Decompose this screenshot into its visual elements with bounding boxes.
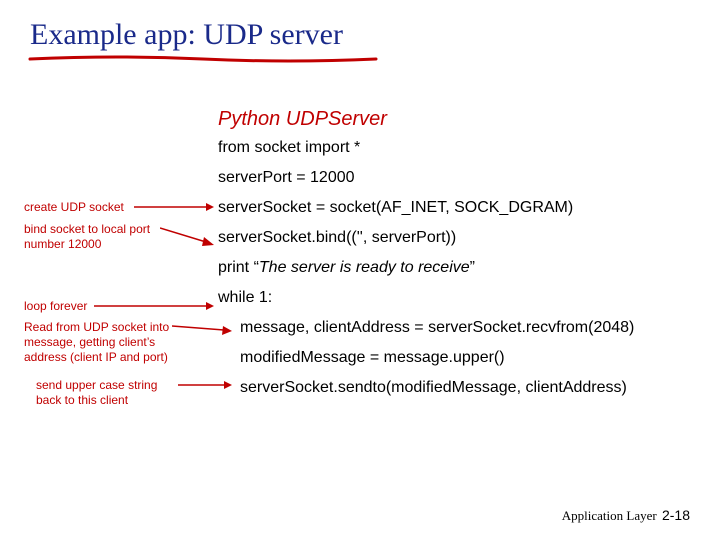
subtitle: Python UDPServer: [218, 108, 387, 131]
code-line-5: print “The server is ready to receive”: [218, 260, 634, 276]
annotation-bind: bind socket to local port number 12000: [24, 222, 174, 252]
annotation-send: send upper case string back to this clie…: [36, 378, 186, 408]
footer-label: Application Layer: [562, 508, 657, 523]
arrow-icon: [172, 320, 232, 336]
code-line-4: serverSocket.bind(('', serverPort)): [218, 230, 634, 246]
code-line-3: serverSocket = socket(AF_INET, SOCK_DGRA…: [218, 200, 634, 216]
code-line-8: modifiedMessage = message.upper(): [218, 350, 634, 366]
arrow-icon: [94, 299, 214, 313]
title-underline: [28, 54, 378, 64]
code-line-7: message, clientAddress = serverSocket.re…: [218, 320, 634, 336]
slide-title: Example app: UDP server: [30, 18, 343, 52]
code-line-2: serverPort = 12000: [218, 170, 634, 186]
arrow-icon: [178, 378, 232, 392]
code-line-9: serverSocket.sendto(modifiedMessage, cli…: [218, 380, 634, 396]
code-line-6: while 1:: [218, 290, 634, 306]
arrow-icon: [160, 224, 214, 252]
arrow-icon: [134, 200, 214, 214]
annotation-read: Read from UDP socket into message, getti…: [24, 320, 196, 365]
code-block: from socket import * serverPort = 12000 …: [218, 140, 634, 410]
page-number: 2-18: [662, 507, 690, 523]
code-line-1: from socket import *: [218, 140, 634, 156]
footer: Application Layer 2-18: [562, 507, 690, 524]
